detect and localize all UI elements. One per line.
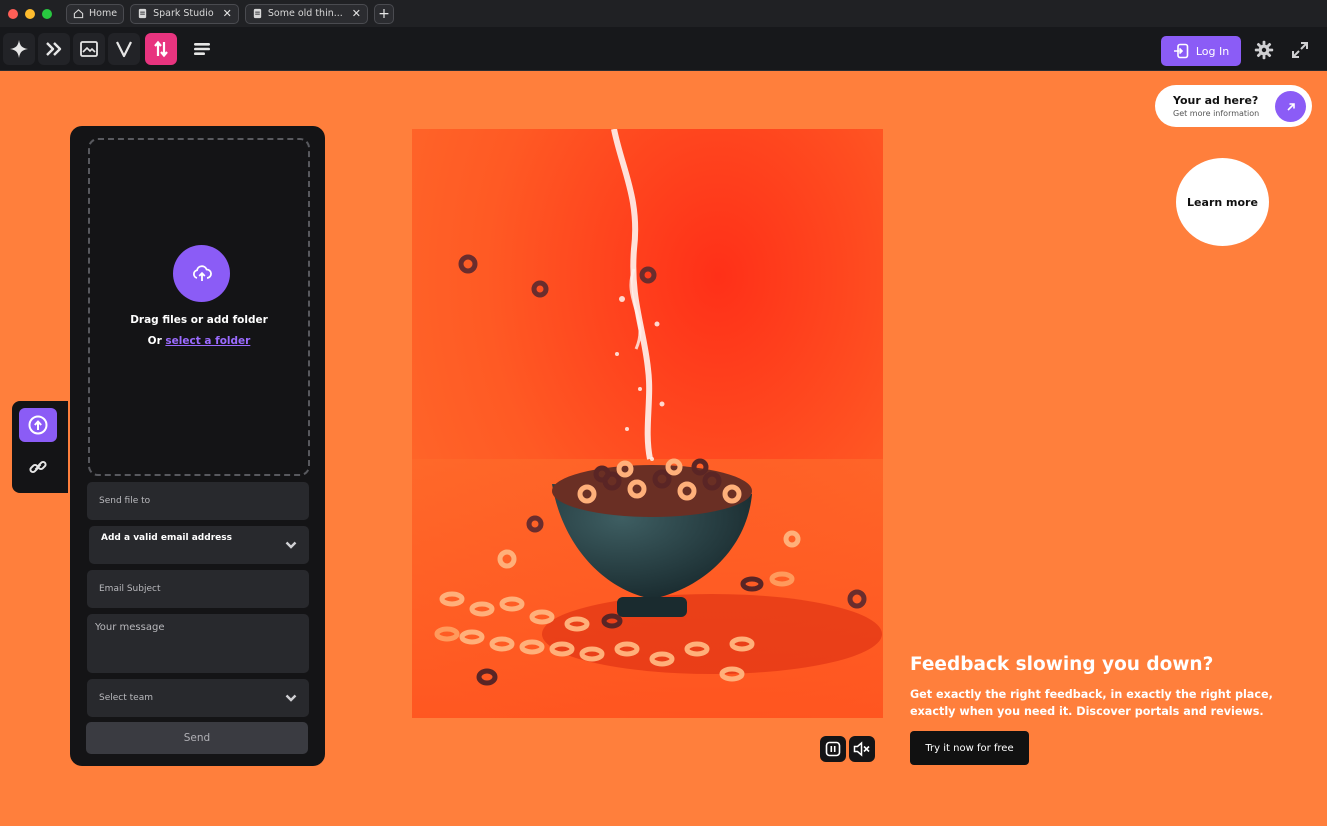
settings-button[interactable] — [1253, 39, 1275, 61]
new-tab-button[interactable]: + — [374, 3, 395, 24]
transfer-arrows-icon — [154, 40, 168, 58]
drop-subtitle: Or select a folder — [90, 335, 308, 347]
close-tab-icon[interactable]: ✕ — [223, 7, 232, 20]
tab-label: Home — [89, 8, 118, 19]
login-icon — [1173, 43, 1189, 59]
transfer-tool-button[interactable] — [145, 33, 177, 65]
home-icon — [73, 9, 84, 19]
fast-forward-tool-button[interactable] — [38, 33, 70, 65]
subject-placeholder: Email Subject — [99, 584, 161, 594]
minimize-window-button[interactable] — [25, 8, 35, 19]
mute-icon — [853, 741, 870, 757]
document-icon — [253, 8, 262, 19]
file-dropzone[interactable]: Drag files or add folder Or select a fol… — [88, 138, 310, 476]
pause-button[interactable] — [820, 736, 846, 762]
email-placeholder: Add a valid email address — [101, 533, 232, 543]
drop-title: Drag files or add folder — [130, 314, 268, 326]
tab-label: Some old thin... — [267, 8, 343, 19]
login-button[interactable]: Log In — [1161, 36, 1241, 66]
pause-icon — [825, 741, 841, 757]
ad-subtitle: Get more information — [1173, 109, 1260, 118]
maximize-window-button[interactable] — [42, 8, 52, 19]
traffic-lights — [8, 8, 52, 19]
email-subject-field[interactable]: Email Subject — [87, 570, 309, 608]
v-logo-icon — [116, 41, 132, 58]
chevron-down-icon — [285, 694, 297, 702]
close-window-button[interactable] — [8, 8, 18, 19]
document-icon — [138, 8, 147, 19]
upload-panel: Drag files or add folder Or select a fol… — [70, 126, 325, 766]
text-tool-button[interactable] — [186, 33, 218, 65]
cereal-photo — [412, 129, 883, 718]
email-select[interactable]: Add a valid email address — [89, 526, 309, 564]
tab-spark-studio[interactable]: Spark Studio ✕ — [130, 3, 239, 24]
send-button[interactable]: Send — [86, 722, 308, 754]
tab-home[interactable]: Home — [66, 3, 125, 24]
fast-forward-icon — [46, 42, 62, 56]
side-tab-link[interactable] — [19, 450, 57, 484]
image-frame-icon — [80, 41, 98, 57]
team-placeholder: Select team — [99, 693, 153, 703]
v-tool-button[interactable] — [108, 33, 140, 65]
message-field[interactable]: Your message — [87, 614, 309, 673]
learn-more-button[interactable]: Learn more — [1176, 158, 1269, 246]
sparkle-tool-button[interactable] — [3, 33, 35, 65]
try-free-button[interactable]: Try it now for free — [910, 731, 1029, 765]
tab-some-old-thing[interactable]: Some old thin... ✕ — [244, 3, 369, 24]
sparkle-icon — [10, 40, 28, 58]
tab-label: Spark Studio — [153, 8, 214, 19]
settings-icon — [1254, 40, 1274, 60]
window-titlebar: Home Spark Studio ✕ Some old thin... ✕ + — [0, 0, 1327, 27]
mute-button[interactable] — [849, 736, 875, 762]
promo-body: Get exactly the right feedback, in exact… — [910, 688, 1273, 718]
upload-button[interactable] — [173, 245, 230, 302]
close-tab-icon[interactable]: ✕ — [352, 7, 361, 20]
select-folder-link[interactable]: select a folder — [165, 335, 250, 347]
send-to-field[interactable]: Send file to — [87, 482, 309, 520]
text-lines-icon — [194, 43, 210, 55]
cloud-upload-icon — [192, 264, 212, 281]
upload-icon — [28, 415, 48, 435]
side-tab-rail — [12, 401, 68, 493]
ad-open-button[interactable] — [1275, 91, 1306, 122]
image-tool-button[interactable] — [73, 33, 105, 65]
drop-or-text: Or — [147, 335, 162, 347]
ad-title: Your ad here? — [1173, 94, 1259, 107]
side-tab-upload[interactable] — [19, 408, 57, 442]
link-icon — [29, 460, 47, 474]
fullscreen-icon — [1292, 42, 1308, 58]
ad-banner[interactable]: Your ad here? Get more information — [1155, 85, 1312, 127]
fullscreen-button[interactable] — [1289, 39, 1311, 61]
login-label: Log In — [1195, 44, 1230, 58]
app-toolbar: Log In — [0, 27, 1327, 71]
arrow-up-right-icon — [1286, 102, 1295, 111]
chevron-down-icon — [285, 541, 297, 549]
team-select[interactable]: Select team — [87, 679, 309, 717]
message-placeholder: Your message — [95, 622, 165, 633]
promo-title: Feedback slowing you down? — [910, 654, 1214, 675]
send-to-placeholder: Send file to — [99, 496, 151, 506]
